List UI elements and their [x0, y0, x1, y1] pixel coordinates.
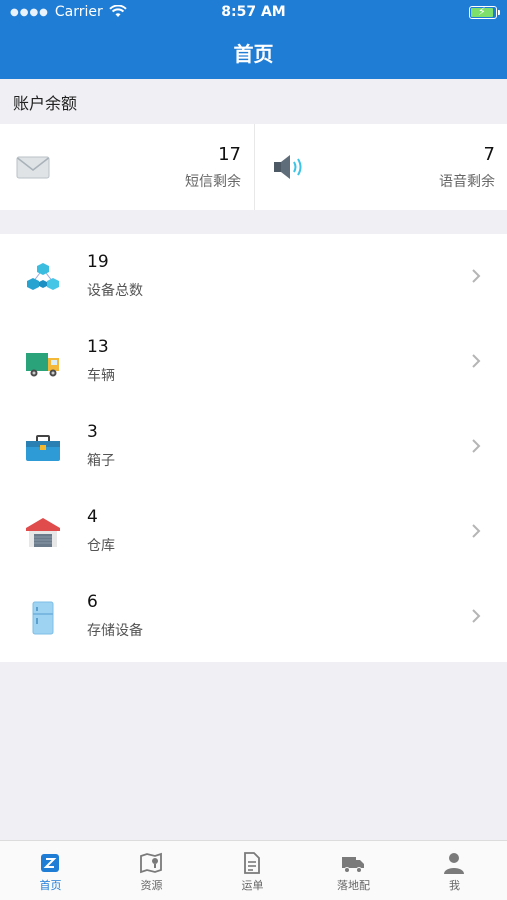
list-item-devices[interactable]: 19 设备总数: [0, 234, 507, 319]
balance-card: 17 短信剩余 7 语音剩余: [0, 124, 507, 210]
document-icon: [244, 852, 260, 874]
balance-section-title: 账户余额: [13, 94, 78, 113]
resource-list: 19 设备总数 13 车辆 3 箱子 4 仓库 6 存储设备: [0, 234, 507, 662]
vehicle-label: 车辆: [87, 368, 115, 384]
sms-label: 短信剩余: [185, 174, 241, 190]
device-label: 设备总数: [87, 283, 143, 299]
sms-balance[interactable]: 17 短信剩余: [0, 124, 253, 210]
warehouse-count: 4: [87, 507, 98, 527]
warehouse-icon: [26, 518, 60, 547]
tab-home[interactable]: 首页: [0, 841, 101, 900]
truck-icon: [26, 353, 59, 377]
speaker-icon: [274, 155, 302, 179]
tab-last-mile-label: 落地配: [337, 879, 370, 892]
list-item-vehicles[interactable]: 13 车辆: [0, 319, 507, 404]
clock: 8:57 AM: [221, 4, 286, 20]
toolbox-icon: [26, 435, 60, 461]
chevron-right-icon: [472, 354, 481, 368]
chevron-right-icon: [472, 609, 481, 623]
status-bar: ●●●● Carrier 8:57 AM ⚡: [0, 0, 507, 26]
map-pin-icon: [140, 852, 162, 874]
tab-home-label: 首页: [39, 879, 62, 892]
battery-icon: ⚡: [469, 5, 500, 19]
device-count: 19: [87, 252, 109, 272]
user-icon: [444, 853, 464, 874]
list-item-boxes[interactable]: 3 箱子: [0, 404, 507, 489]
storage-label: 存储设备: [87, 623, 143, 639]
warehouse-label: 仓库: [87, 538, 115, 554]
box-label: 箱子: [87, 453, 115, 469]
storage-count: 6: [87, 592, 98, 612]
list-item-storage[interactable]: 6 存储设备: [0, 574, 507, 659]
envelope-icon: [16, 156, 50, 179]
tab-me[interactable]: 我: [404, 841, 505, 900]
tab-me-label: 我: [449, 879, 460, 892]
tab-resources-label: 资源: [140, 879, 163, 892]
navigation-header: ●●●● Carrier 8:57 AM ⚡ 首页: [0, 0, 507, 79]
tab-resources[interactable]: 资源: [101, 841, 202, 900]
tab-waybills-label: 运单: [241, 879, 264, 892]
voice-count: 7: [483, 144, 495, 165]
home-z-icon: [41, 854, 59, 872]
chevron-right-icon: [472, 439, 481, 453]
fridge-icon: [32, 601, 54, 635]
voice-balance[interactable]: 7 语音剩余: [254, 124, 507, 210]
device-network-icon: [27, 263, 59, 290]
sms-count: 17: [218, 144, 241, 165]
tab-bar: 首页 资源 运单 落地配 我: [0, 840, 507, 900]
tab-last-mile[interactable]: 落地配: [303, 841, 404, 900]
chevron-right-icon: [472, 269, 481, 283]
chevron-right-icon: [472, 524, 481, 538]
vehicle-count: 13: [87, 337, 109, 357]
voice-label: 语音剩余: [439, 174, 495, 190]
box-count: 3: [87, 422, 98, 442]
page-title: 首页: [233, 42, 274, 66]
tab-waybills[interactable]: 运单: [202, 841, 303, 900]
list-item-warehouses[interactable]: 4 仓库: [0, 489, 507, 574]
delivery-truck-icon: [342, 857, 364, 873]
